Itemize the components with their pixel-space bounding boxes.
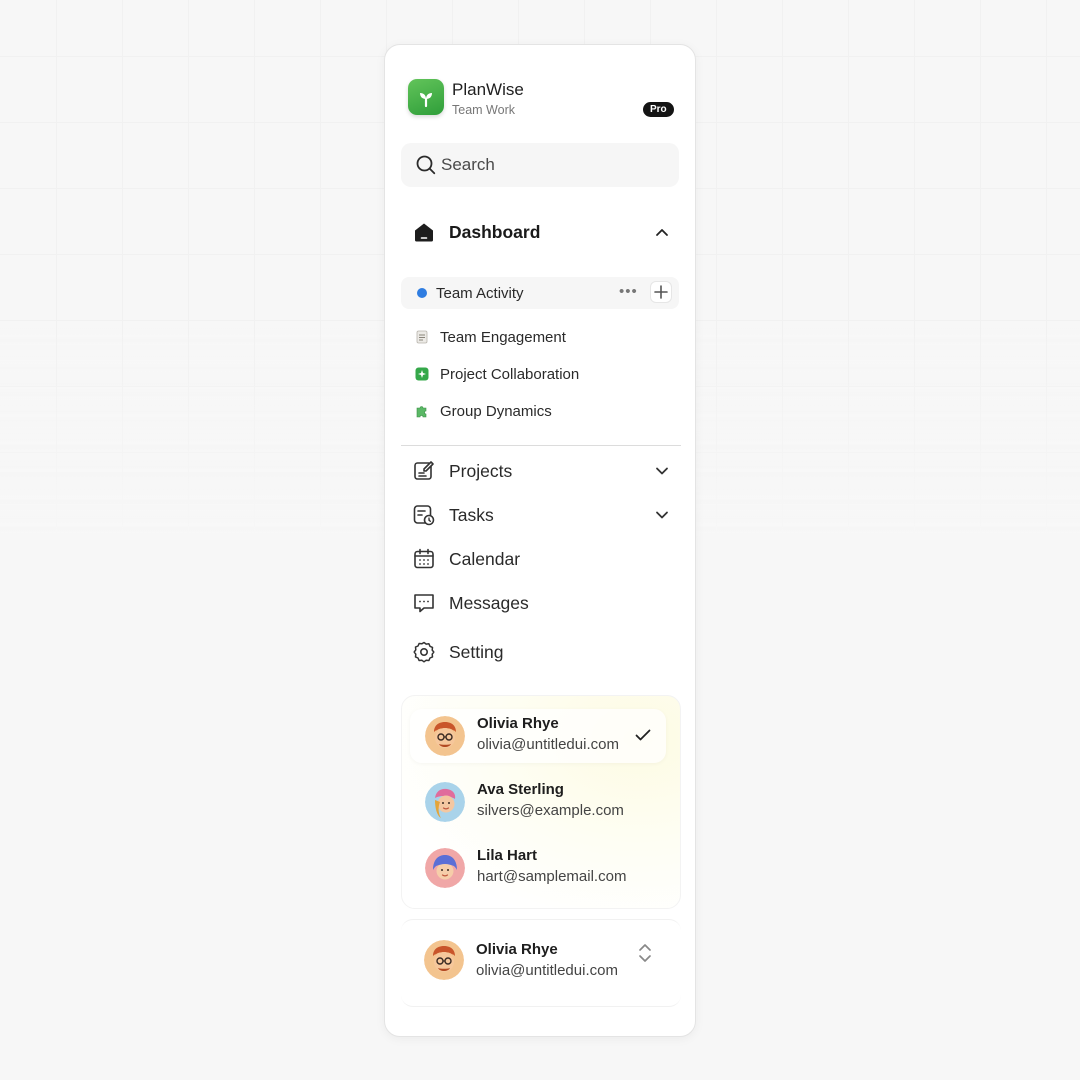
search-input[interactable] [441, 143, 661, 187]
account-email: hart@samplemail.com [477, 868, 627, 885]
account-option[interactable]: Olivia Rhye olivia@untitledui.com [410, 709, 666, 763]
check-icon [635, 729, 651, 741]
current-user-switcher[interactable]: Olivia Rhye olivia@untitledui.com [401, 919, 681, 1007]
puzzle-icon [416, 406, 427, 418]
task-clock-icon [413, 505, 435, 526]
chevron-down-icon[interactable] [655, 464, 669, 478]
search-box[interactable] [401, 143, 679, 187]
nav-item-tasks[interactable]: Tasks [413, 499, 669, 531]
more-options-icon[interactable]: ••• [619, 283, 638, 300]
nav-label-setting: Setting [449, 642, 504, 662]
account-name: Lila Hart [477, 847, 538, 864]
workspace-name: Team Work [452, 103, 515, 117]
plus-icon [654, 285, 668, 299]
sub-item-label: Project Collaboration [440, 366, 580, 383]
sidebar-panel: PlanWise Team Work Pro Dashboard Team Ac… [384, 44, 696, 1037]
nav-label-dashboard: Dashboard [449, 222, 541, 242]
account-email: silvers@example.com [477, 802, 624, 819]
account-email: olivia@untitledui.com [477, 736, 619, 753]
sub-item-label: Team Activity [436, 285, 524, 302]
avatar [425, 782, 465, 822]
sub-item-label: Group Dynamics [440, 403, 552, 420]
nav-label-calendar: Calendar [449, 549, 521, 569]
current-user-name: Olivia Rhye [476, 941, 558, 958]
nav-item-dashboard[interactable]: Dashboard [413, 216, 669, 248]
chevron-down-icon[interactable] [655, 508, 669, 522]
avatar [424, 940, 464, 980]
app-name: PlanWise [452, 80, 524, 99]
sparkle-square-icon [415, 367, 429, 381]
sub-item-team-activity[interactable]: Team Activity ••• [401, 277, 679, 309]
sub-item-team-engagement[interactable]: Team Engagement [415, 326, 655, 350]
calendar-icon [414, 548, 434, 569]
account-option[interactable]: Ava Sterling silvers@example.com [410, 775, 666, 829]
nav-item-messages[interactable]: Messages [413, 587, 669, 619]
divider [401, 445, 681, 446]
avatar [425, 848, 465, 888]
current-user-email: olivia@untitledui.com [476, 962, 618, 979]
account-option[interactable]: Lila Hart hart@samplemail.com [410, 841, 666, 895]
message-icon [414, 594, 434, 613]
search-icon [416, 155, 436, 175]
avatar [425, 716, 465, 756]
plan-badge: Pro [643, 102, 674, 117]
gear-icon [413, 641, 435, 663]
nav-item-calendar[interactable]: Calendar [413, 543, 669, 575]
account-name: Olivia Rhye [477, 715, 559, 732]
chevron-up-icon[interactable] [655, 225, 669, 239]
document-icon [416, 330, 428, 344]
sprout-icon [420, 93, 432, 108]
nav-label-tasks: Tasks [449, 505, 494, 525]
nav-label-messages: Messages [449, 593, 529, 613]
add-button[interactable] [650, 281, 672, 303]
account-name: Ava Sterling [477, 781, 564, 798]
active-dot-icon [417, 288, 427, 298]
nav-item-setting[interactable]: Setting [413, 636, 669, 668]
sub-item-label: Team Engagement [440, 329, 566, 346]
sub-item-project-collaboration[interactable]: Project Collaboration [415, 363, 655, 387]
brand-header[interactable]: PlanWise Team Work Pro [408, 79, 678, 119]
sub-item-group-dynamics[interactable]: Group Dynamics [415, 400, 655, 424]
account-switcher-list: Olivia Rhye olivia@untitledui.com Ava St… [401, 695, 681, 909]
nav-item-projects[interactable]: Projects [413, 455, 669, 487]
home-icon [415, 223, 433, 242]
nav-label-projects: Projects [449, 461, 513, 481]
chevron-up-down-icon[interactable] [637, 941, 653, 965]
app-logo [408, 79, 444, 115]
edit-board-icon [414, 461, 434, 480]
